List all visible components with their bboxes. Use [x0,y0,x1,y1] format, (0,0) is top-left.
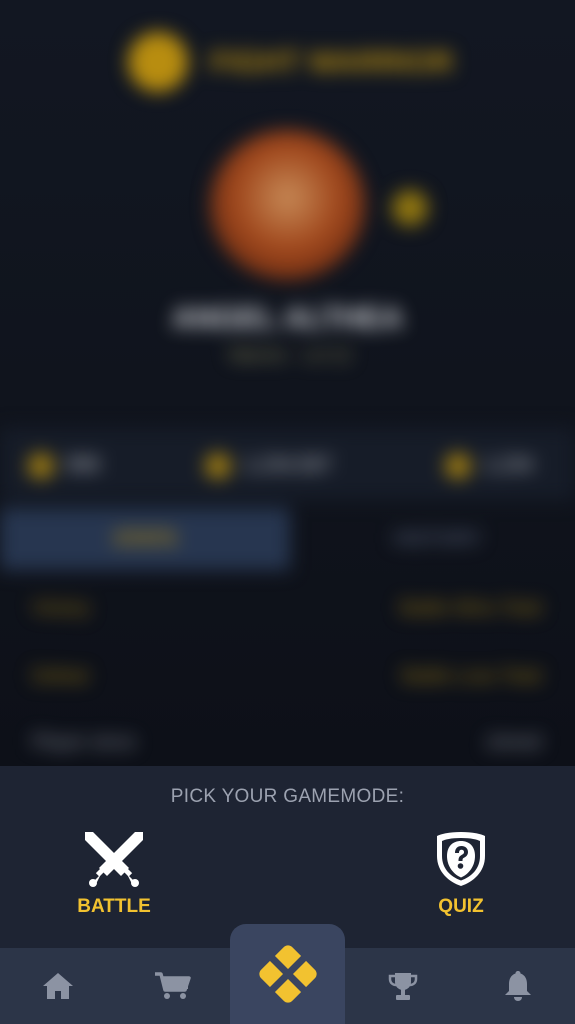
avatar [210,130,365,280]
profile-subtitle: Warrior · Lvl 12 [228,345,352,365]
stat-icon [205,453,231,479]
stat-icon [28,453,54,479]
profile-header-title: FIGHT WARRIOR [210,46,454,79]
stat-row-value: Battle Wins Total [399,598,541,619]
gamemode-picker: PICK YOUR GAMEMODE: BATTLE QUIZ [0,766,575,948]
stat-row-label: Player since [32,732,136,753]
nav-item-trophies[interactable] [345,948,460,1024]
stat-row: Victory Battle Wins Total [0,590,575,630]
battle-mode-label: BATTLE [77,896,151,917]
tab-history: HISTORY [393,528,482,550]
play-x-icon [258,945,317,1003]
cart-icon [154,972,191,999]
profile-tabs: STATS HISTORY [0,508,575,570]
picker-title: PICK YOUR GAMEMODE: [170,786,405,807]
stat-row-label: Defeat [32,666,88,687]
coin-icon [128,32,188,92]
blurred-profile-background: FIGHT WARRIOR ANGEL ALTHEA Warrior · Lvl… [0,0,575,766]
stat-row-label: Victory [32,598,90,619]
tab-stats: STATS [0,508,290,570]
quiz-mode-button[interactable]: QUIZ [391,830,531,930]
nav-item-play[interactable] [230,924,345,1024]
nav-item-notifications[interactable] [460,948,575,1024]
bell-icon [504,971,531,1001]
question-shield-icon [437,832,485,886]
battle-mode-button[interactable]: BATTLE [44,830,184,930]
stat-value: 1,234 [483,454,534,476]
stat-value: 1,234,567 [243,454,332,476]
stat-row: Defeat Battle Loss Total [0,658,575,698]
nav-item-shop[interactable] [115,948,230,1024]
home-icon [42,973,73,999]
stat-row: Player since Joined [0,724,575,764]
stat-icon [445,453,471,479]
stats-bar: 999 1,234,567 1,234 [0,428,575,500]
stat-row-value: Joined [485,732,541,753]
quiz-mode-label: QUIZ [438,896,484,917]
crossed-swords-icon [85,832,143,887]
stat-row-value: Battle Loss Total [401,666,541,687]
level-badge [392,190,428,226]
trophy-icon [388,973,417,1000]
profile-name: ANGEL ALTHEA [171,302,404,335]
nav-item-home[interactable] [0,948,115,1024]
stat-value: 999 [66,454,100,476]
